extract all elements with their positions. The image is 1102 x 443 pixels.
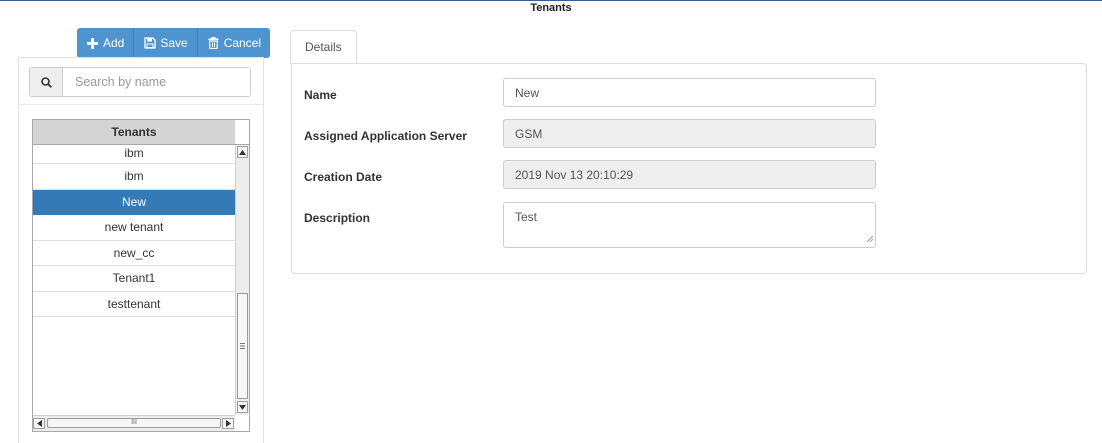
tenants-grid: Tenants ibm ibm New new tenant new_cc Te… <box>32 119 250 432</box>
scroll-down-arrow-icon[interactable] <box>237 401 248 413</box>
resize-grip-icon[interactable] <box>866 231 874 245</box>
scroll-left-arrow-icon[interactable] <box>33 418 45 429</box>
creation-date-field: 2019 Nov 13 20:10:29 <box>503 160 876 189</box>
page-title: Tenants <box>530 2 572 14</box>
save-button[interactable]: Save <box>134 28 198 58</box>
table-row[interactable]: Tenant1 <box>33 266 235 292</box>
scroll-up-arrow-icon[interactable] <box>237 146 248 158</box>
table-row-selected[interactable]: New <box>33 189 235 215</box>
tab-bar: Details <box>290 30 357 64</box>
horizontal-scrollbar[interactable]: III <box>33 415 235 431</box>
search-box <box>29 67 251 97</box>
name-field[interactable]: New <box>503 78 876 107</box>
cancel-button[interactable]: Cancel <box>197 28 271 58</box>
search-input[interactable] <box>63 68 250 96</box>
server-label: Assigned Application Server <box>304 129 467 143</box>
table-row[interactable]: new tenant <box>33 215 235 241</box>
creation-date-label: Creation Date <box>304 170 383 184</box>
description-label: Description <box>304 211 371 225</box>
name-label: Name <box>304 88 337 102</box>
scroll-right-arrow-icon[interactable] <box>222 418 234 429</box>
trash-icon <box>207 37 220 50</box>
vertical-scroll-thumb[interactable] <box>237 293 248 399</box>
description-textarea[interactable]: Test <box>503 202 876 248</box>
add-button-label: Add <box>103 36 125 50</box>
grid-rows: ibm ibm New new tenant new_cc Tenant1 te… <box>33 145 235 317</box>
server-field: GSM <box>503 119 876 148</box>
table-row[interactable]: testtenant <box>33 292 235 317</box>
toolbar: Add Save Cancel <box>77 28 271 58</box>
cancel-button-label: Cancel <box>223 36 262 50</box>
grid-header-tenants[interactable]: Tenants <box>33 120 235 145</box>
add-button[interactable]: Add <box>77 28 135 58</box>
table-row[interactable]: ibm <box>33 164 235 190</box>
save-button-label: Save <box>160 36 188 50</box>
plus-icon <box>86 37 99 50</box>
table-row[interactable]: ibm <box>33 145 235 164</box>
title-bar: Tenants <box>0 0 1102 18</box>
divider <box>19 104 263 105</box>
table-row[interactable]: new_cc <box>33 241 235 266</box>
floppy-disk-icon <box>143 37 156 50</box>
details-panel: Name New Assigned Application Server GSM… <box>291 63 1087 274</box>
grid-header-corner <box>235 120 249 145</box>
search-icon[interactable] <box>30 68 63 96</box>
vertical-scrollbar[interactable] <box>235 145 249 415</box>
tenant-list-panel: Tenants ibm ibm New new tenant new_cc Te… <box>18 57 264 443</box>
description-text: Test <box>515 210 538 224</box>
tab-details[interactable]: Details <box>290 30 357 64</box>
horizontal-scroll-thumb[interactable]: III <box>47 418 221 428</box>
